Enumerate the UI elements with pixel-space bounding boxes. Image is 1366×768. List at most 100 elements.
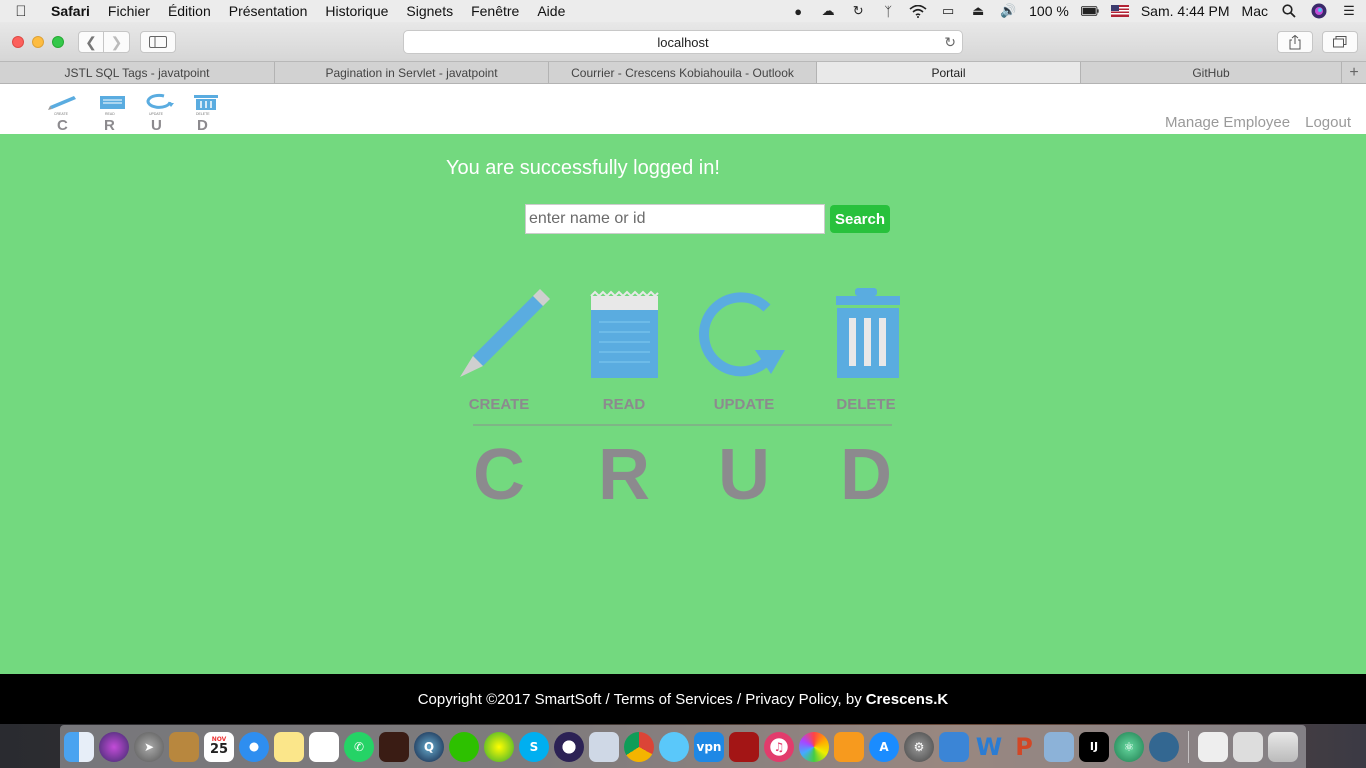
- crud-letter-c: C: [473, 435, 525, 509]
- photos-icon[interactable]: [799, 731, 829, 762]
- word-icon[interactable]: W: [974, 732, 1004, 762]
- crud-letter-r: R: [598, 435, 650, 509]
- appstore-icon[interactable]: A: [869, 731, 899, 762]
- menu-signets[interactable]: Signets: [397, 3, 462, 19]
- screenshot2-icon[interactable]: [1233, 731, 1263, 762]
- atom-icon[interactable]: ⚛: [1114, 731, 1144, 762]
- back-button[interactable]: ❮: [78, 31, 104, 53]
- utility-icon[interactable]: [1044, 731, 1074, 762]
- messages-icon[interactable]: [659, 731, 689, 762]
- logo-notepad-icon: [100, 96, 125, 109]
- intellij-icon[interactable]: IJ: [1079, 731, 1109, 762]
- tab-outlook-mail[interactable]: Courrier - Crescens Kobiahouila - Outloo…: [549, 62, 817, 83]
- finder-icon[interactable]: [64, 731, 94, 762]
- tabs-icon: [1333, 36, 1347, 48]
- address-bar[interactable]: localhost ↻: [403, 30, 963, 54]
- search-input[interactable]: [525, 204, 825, 234]
- sidebar-toggle-button[interactable]: [140, 31, 176, 53]
- photobooth-icon[interactable]: [729, 731, 759, 762]
- tab-jstl-sql-tags[interactable]: JSTL SQL Tags - javatpoint: [0, 62, 275, 83]
- battery-icon[interactable]: [1080, 4, 1099, 18]
- forward-button[interactable]: ❯: [104, 31, 130, 53]
- wifi-icon[interactable]: [909, 4, 927, 18]
- crud-logo[interactable]: CREATE READ UPDATE DELETE C R U D: [46, 90, 221, 132]
- postgres-icon[interactable]: [1149, 731, 1179, 762]
- menu-presentation[interactable]: Présentation: [220, 3, 317, 19]
- notes-icon[interactable]: [274, 731, 304, 762]
- minimize-window-button[interactable]: [32, 36, 44, 48]
- calendar-day: 25: [209, 742, 229, 757]
- safari-icon[interactable]: [239, 731, 269, 762]
- share-icon: [1289, 34, 1301, 49]
- powerpoint-icon[interactable]: P: [1009, 732, 1039, 762]
- preview-icon[interactable]: [589, 731, 619, 762]
- clock[interactable]: Sam. 4:44 PM: [1141, 3, 1230, 19]
- tab-overview-button[interactable]: [1322, 31, 1358, 53]
- reminders-icon[interactable]: [309, 731, 339, 762]
- time-machine-icon[interactable]: ↻: [849, 3, 867, 18]
- logo-letter: C: [57, 117, 68, 132]
- whatsapp-icon[interactable]: ✆: [344, 731, 374, 762]
- menu-app-name[interactable]: Safari: [42, 3, 99, 19]
- cloud-icon[interactable]: ☁: [819, 3, 837, 18]
- eclipse-icon[interactable]: [554, 731, 584, 762]
- tab-portail[interactable]: Portail: [817, 62, 1081, 83]
- tab-github[interactable]: GitHub: [1081, 62, 1342, 83]
- calendar-icon[interactable]: NOV 25: [204, 731, 234, 762]
- search-button[interactable]: Search: [830, 205, 890, 233]
- menu-historique[interactable]: Historique: [316, 3, 397, 19]
- spotlight-icon[interactable]: [1280, 4, 1298, 18]
- logout-link[interactable]: Logout: [1305, 114, 1351, 131]
- logo-letter: R: [104, 117, 115, 132]
- browser-toolbar: ❮ ❯ localhost ↻: [0, 22, 1366, 62]
- quicktime-icon[interactable]: Q: [414, 731, 444, 762]
- skype-icon[interactable]: S: [519, 731, 549, 762]
- app-icon[interactable]: [484, 731, 514, 762]
- logo-letter: D: [197, 117, 208, 132]
- launchpad-icon[interactable]: ➤: [134, 731, 164, 762]
- battery-percentage: 100 %: [1029, 3, 1069, 19]
- itunes-icon[interactable]: ♫: [764, 731, 794, 762]
- sidebar-icon: [149, 36, 167, 48]
- crud-label-read: READ: [603, 396, 646, 413]
- menu-fichier[interactable]: Fichier: [99, 3, 159, 19]
- wechat-status-icon[interactable]: ●: [789, 4, 807, 19]
- screenshot-icon[interactable]: [1198, 731, 1228, 762]
- logo-small-label: READ: [105, 112, 115, 116]
- pencil-icon: [460, 289, 550, 377]
- bible-icon[interactable]: [379, 731, 409, 762]
- tab-bar: JSTL SQL Tags - javatpoint Pagination in…: [0, 62, 1366, 84]
- trash-icon[interactable]: [1268, 731, 1298, 762]
- close-window-button[interactable]: [12, 36, 24, 48]
- crud-label-update: UPDATE: [714, 396, 775, 413]
- tab-pagination-servlet[interactable]: Pagination in Servlet - javatpoint: [275, 62, 549, 83]
- ibooks-icon[interactable]: [834, 731, 864, 762]
- siri-icon[interactable]: [99, 731, 129, 762]
- siri-icon[interactable]: [1310, 3, 1328, 19]
- dock: ➤ NOV 25 ✆ Q S vpn ♫ A ⚙ W P IJ ⚛: [60, 725, 1306, 768]
- menu-aide[interactable]: Aide: [528, 3, 574, 19]
- user-name[interactable]: Mac: [1242, 3, 1268, 19]
- reload-icon[interactable]: ↻: [944, 34, 956, 51]
- airplay-icon[interactable]: ▭: [939, 3, 957, 18]
- menu-edition[interactable]: Édition: [159, 3, 220, 19]
- crud-letter-d: D: [840, 435, 892, 509]
- menu-fenetre[interactable]: Fenêtre: [462, 3, 528, 19]
- notification-center-icon[interactable]: ☰: [1340, 3, 1358, 18]
- zoom-window-button[interactable]: [52, 36, 64, 48]
- menu-bar:  Safari Fichier Édition Présentation Hi…: [0, 0, 1366, 22]
- apple-menu-icon[interactable]: : [0, 3, 42, 20]
- eject-icon[interactable]: ⏏: [969, 3, 987, 18]
- wechat-icon[interactable]: [449, 731, 479, 762]
- xcode-icon[interactable]: [939, 731, 969, 762]
- flag-us-icon[interactable]: [1110, 4, 1129, 18]
- chrome-icon[interactable]: [624, 731, 654, 762]
- system-preferences-icon[interactable]: ⚙: [904, 731, 934, 762]
- new-tab-button[interactable]: +: [1342, 62, 1366, 83]
- vpn-icon[interactable]: vpn: [694, 731, 724, 762]
- manage-employee-link[interactable]: Manage Employee: [1165, 114, 1290, 131]
- bluetooth-icon[interactable]: ᛉ: [879, 4, 897, 19]
- volume-icon[interactable]: 🔊: [999, 3, 1017, 18]
- contacts-icon[interactable]: [169, 731, 199, 762]
- share-button[interactable]: [1277, 31, 1313, 53]
